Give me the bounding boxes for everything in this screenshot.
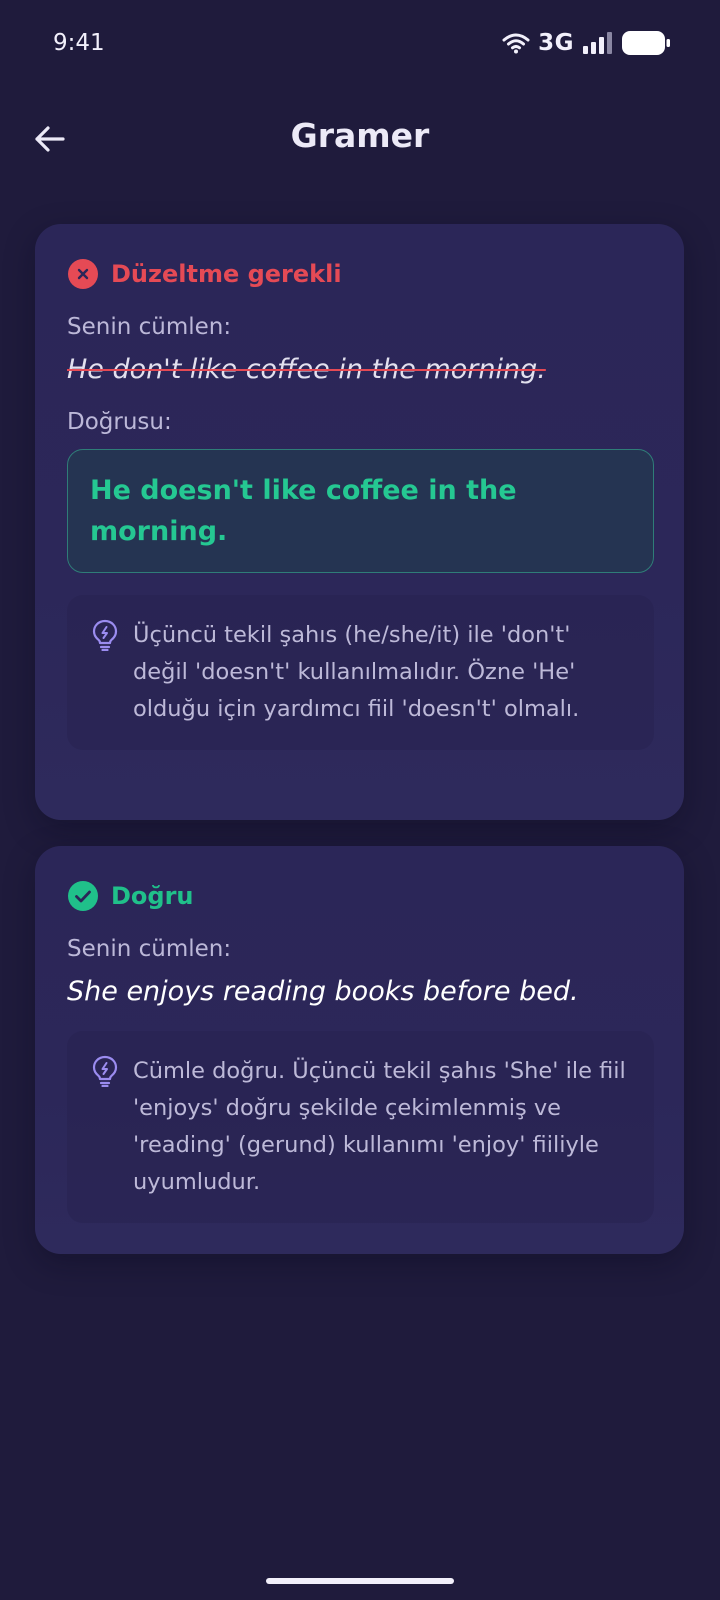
your-sentence-label: Senin cümlen: bbox=[67, 936, 232, 962]
grammar-card-correct: Doğru Senin cümlen: She enjoys reading b… bbox=[35, 846, 684, 1254]
correct-sentence: He doesn't like coffee in the morning. bbox=[90, 475, 517, 548]
status-indicators: 3G bbox=[502, 30, 670, 56]
page-title: Gramer bbox=[290, 116, 430, 155]
check-circle-icon bbox=[68, 881, 98, 911]
status-label: Düzeltme gerekli bbox=[111, 260, 342, 288]
tip-box: Cümle doğru. Üçüncü tekil şahıs 'She' il… bbox=[67, 1031, 654, 1224]
signal-icon bbox=[583, 32, 612, 54]
network-type: 3G bbox=[538, 30, 574, 56]
your-sentence: He don't like coffee in the morning. bbox=[67, 354, 546, 385]
tip-box: Üçüncü tekil şahıs (he/she/it) ile 'don'… bbox=[67, 595, 654, 751]
correct-label: Doğrusu: bbox=[67, 409, 172, 436]
lightbulb-icon bbox=[92, 1055, 118, 1088]
your-sentence-label: Senin cümlen: bbox=[67, 314, 232, 340]
status-row: Düzeltme gerekli bbox=[67, 256, 652, 292]
your-sentence: She enjoys reading books before bed. bbox=[67, 976, 579, 1007]
status-time: 9:41 bbox=[53, 30, 105, 56]
tip-text: Üçüncü tekil şahıs (he/she/it) ile 'don'… bbox=[133, 622, 580, 723]
x-circle-icon bbox=[68, 259, 98, 289]
home-indicator[interactable] bbox=[266, 1578, 454, 1584]
status-label: Doğru bbox=[111, 882, 194, 910]
lightbulb-icon bbox=[92, 619, 118, 652]
grammar-card-correction: Düzeltme gerekli Senin cümlen: He don't … bbox=[35, 224, 684, 820]
status-bar: 9:41 3G bbox=[0, 0, 720, 90]
wifi-icon bbox=[502, 33, 530, 54]
tip-text: Cümle doğru. Üçüncü tekil şahıs 'She' il… bbox=[133, 1058, 626, 1196]
battery-icon bbox=[622, 31, 670, 55]
correct-sentence-box: He doesn't like coffee in the morning. bbox=[67, 449, 654, 574]
header: Gramer bbox=[0, 100, 720, 180]
status-row: Doğru bbox=[67, 878, 652, 914]
